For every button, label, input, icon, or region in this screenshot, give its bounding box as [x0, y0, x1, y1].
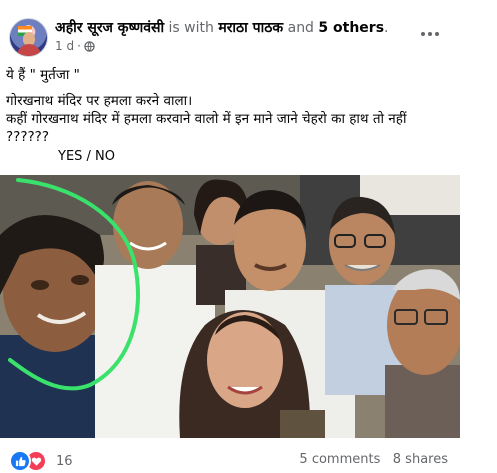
post-header: अहीर सूरज कृष्णवंसी is with मराठा पाठक a… [55, 19, 388, 37]
author-avatar[interactable] [9, 18, 48, 57]
globe-icon [84, 40, 95, 52]
like-icon [9, 450, 31, 472]
with-text: is with [168, 20, 214, 36]
facebook-post: अहीर सूरज कृष्णवंसी is with मराठा पाठक a… [0, 0, 497, 473]
others-link[interactable]: 5 others [318, 20, 384, 36]
meta-separator: · [77, 39, 81, 53]
post-photo[interactable] [0, 175, 460, 438]
post-text-line-3: कहीं गोरखनाथ मंदिर में हमला करवाने वालो … [6, 111, 407, 127]
tagged-name[interactable]: मराठा पाठक [218, 20, 283, 36]
post-text-line-4: ?????? [6, 129, 49, 145]
post-text-line-2: गोरखनाथ मंदिर पर हमला करने वाला। [6, 93, 193, 109]
header-period: . [384, 20, 389, 36]
shares-link[interactable]: 8 shares [393, 452, 448, 467]
yes-no-text: YES / NO [58, 149, 116, 164]
post-text-line-1: ये हैं " मुर्तजा " [6, 67, 80, 83]
more-options-icon[interactable] [420, 26, 440, 42]
engagement-stats: 5 comments 8 shares [299, 452, 448, 467]
reaction-count: 16 [56, 453, 73, 469]
comments-link[interactable]: 5 comments [299, 452, 380, 467]
author-name[interactable]: अहीर सूरज कृष्णवंसी [55, 20, 164, 36]
post-time[interactable]: 1 d [55, 39, 74, 53]
group-selfie-illustration [0, 175, 460, 438]
post-meta: 1 d · [55, 39, 95, 53]
reactions-summary[interactable]: 16 [9, 450, 73, 472]
and-text: and [287, 20, 314, 36]
